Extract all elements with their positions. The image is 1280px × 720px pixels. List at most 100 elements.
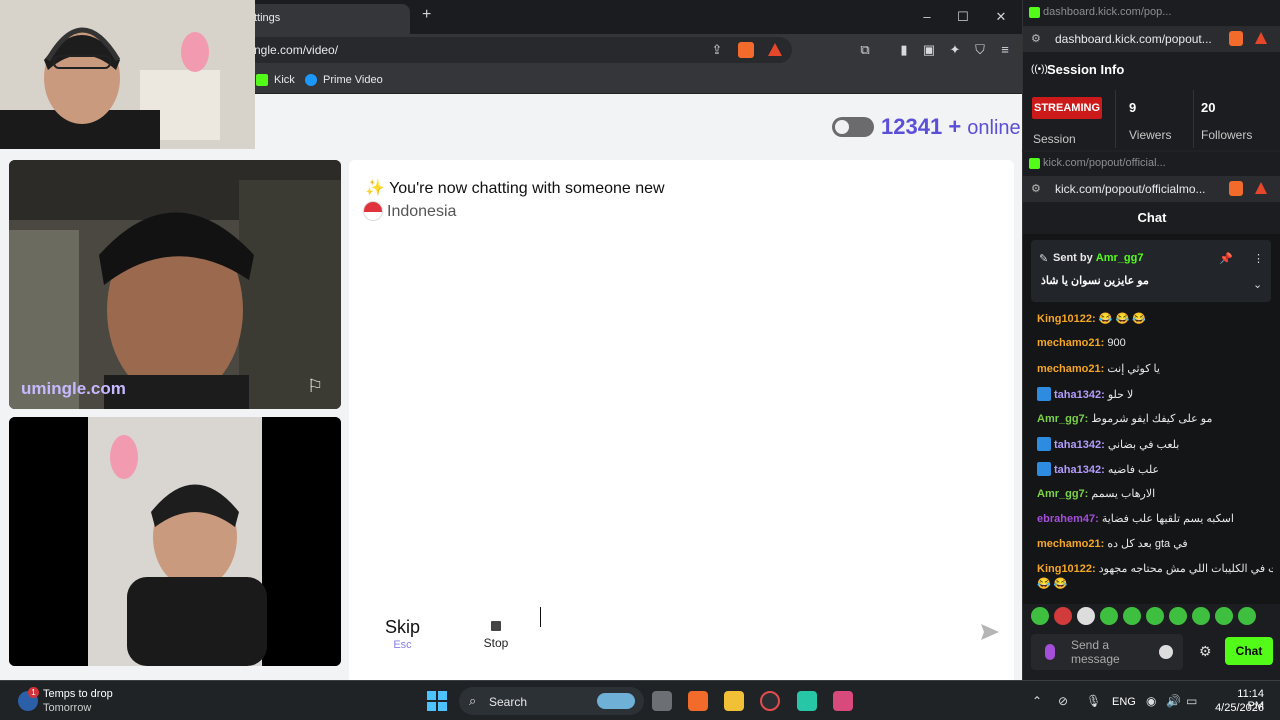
chevron-up-icon[interactable]: ⌃ bbox=[1032, 694, 1042, 708]
streaming-app-icon[interactable] bbox=[833, 691, 853, 711]
chat-username[interactable]: King10122: bbox=[1037, 563, 1096, 575]
mode-toggle[interactable] bbox=[832, 117, 874, 137]
wifi-icon[interactable]: ◉ bbox=[1146, 694, 1156, 708]
maximize-button[interactable]: ☐ bbox=[948, 6, 978, 28]
chat-username[interactable]: Amr_gg7: bbox=[1037, 488, 1088, 500]
emote-icon[interactable] bbox=[1123, 607, 1141, 625]
chat-send-button[interactable]: Chat bbox=[1225, 637, 1273, 665]
language-indicator[interactable]: ENG bbox=[1112, 696, 1136, 708]
chat-username[interactable]: ebrahem47: bbox=[1037, 513, 1099, 525]
emote-icon[interactable] bbox=[1192, 607, 1210, 625]
brave-rewards-icon[interactable] bbox=[768, 43, 782, 56]
chat-input[interactable]: Send a message bbox=[1031, 634, 1183, 670]
popout-address-bar[interactable]: ⚙ kick.com/popout/officialmo... bbox=[1023, 176, 1280, 202]
popout-title: kick.com/popout/official... bbox=[1043, 157, 1166, 169]
volume-icon[interactable]: 🔊 bbox=[1166, 694, 1181, 708]
message-input[interactable] bbox=[535, 597, 1014, 667]
sidebar-icon[interactable]: ▮ bbox=[895, 41, 913, 59]
menu-icon[interactable]: ≡ bbox=[996, 41, 1014, 59]
chat-settings-button[interactable]: ⚙ bbox=[1199, 643, 1212, 660]
obs-icon[interactable] bbox=[760, 691, 780, 711]
chat-text: يا كوثي إنت bbox=[1107, 363, 1160, 375]
more-options-icon[interactable]: ⋮ bbox=[1253, 252, 1264, 265]
chat-username[interactable]: taha1342: bbox=[1054, 389, 1105, 401]
taskbar-search[interactable]: ⌕ Search bbox=[459, 687, 644, 715]
skip-button[interactable]: Skip Esc bbox=[349, 597, 456, 667]
brave-shield-icon[interactable] bbox=[1229, 31, 1243, 46]
chevron-down-icon[interactable]: ⌄ bbox=[1253, 278, 1262, 291]
windows-start-icon[interactable] bbox=[427, 691, 447, 711]
chat-username[interactable]: taha1342: bbox=[1054, 464, 1105, 476]
chat-messages[interactable]: ✎ Sent by Amr_gg7 📌 ⋮ مو عايزين نسوان يا… bbox=[1023, 234, 1280, 604]
bookmark-kick[interactable]: Kick bbox=[256, 71, 295, 89]
weather-headline[interactable]: Temps to drop bbox=[43, 688, 113, 700]
mic-icon[interactable] bbox=[1045, 644, 1055, 660]
emote-icon[interactable] bbox=[1077, 607, 1095, 625]
chat-header-text: You're now chatting with someone new bbox=[389, 180, 665, 197]
share-icon[interactable]: ⇪ bbox=[708, 41, 726, 59]
popout-address-bar[interactable]: ⚙ dashboard.kick.com/popout... bbox=[1023, 26, 1280, 52]
online-label: online bbox=[967, 117, 1021, 139]
kick-icon bbox=[1029, 7, 1040, 18]
emote-icon[interactable] bbox=[1031, 607, 1049, 625]
popout-url: dashboard.kick.com/popout... bbox=[1055, 32, 1212, 46]
emoji-icon[interactable] bbox=[1159, 645, 1173, 659]
brave-shield-icon[interactable] bbox=[1229, 181, 1243, 196]
emote-icon[interactable] bbox=[1215, 607, 1233, 625]
self-video-frame bbox=[9, 417, 341, 666]
chat-username[interactable]: taha1342: bbox=[1054, 439, 1105, 451]
site-settings-icon[interactable]: ⚙ bbox=[1031, 182, 1041, 195]
emote-icon[interactable] bbox=[1100, 607, 1118, 625]
windows-taskbar: 1 Temps to drop Tomorrow ⌕ Search ⌃ ⊘ 🎙 … bbox=[0, 680, 1280, 720]
bookmark-label: Kick bbox=[274, 74, 295, 86]
file-explorer-icon[interactable] bbox=[724, 691, 744, 711]
screenshot-icon[interactable]: ⧉ bbox=[856, 41, 874, 59]
emote-icon[interactable] bbox=[1054, 607, 1072, 625]
brave-shield-icon[interactable] bbox=[738, 42, 754, 58]
new-tab-button[interactable]: + bbox=[422, 6, 440, 26]
network-off-icon[interactable]: ⊘ bbox=[1058, 694, 1068, 708]
chat-username[interactable]: mechamo21: bbox=[1037, 538, 1104, 550]
stop-button[interactable]: Stop bbox=[465, 597, 527, 667]
tab-active[interactable]: ttings bbox=[240, 4, 410, 34]
leo-ai-icon[interactable]: ✦ bbox=[946, 41, 964, 59]
chat-message: ebrahem47: اسكبه يسم تلقيها علب فضاية bbox=[1037, 512, 1273, 525]
vpn-icon[interactable]: ⛉ bbox=[971, 41, 989, 59]
chat-text: بعد كل ده gta في bbox=[1107, 538, 1188, 550]
online-count: 12341 + online bbox=[881, 114, 1021, 140]
close-button[interactable]: ✕ bbox=[986, 6, 1016, 28]
pinned-message[interactable]: ✎ Sent by Amr_gg7 📌 ⋮ مو عايزين نسوان يا… bbox=[1031, 240, 1271, 302]
address-bar[interactable]: ngle.com/video/ ⇪ bbox=[240, 37, 792, 63]
emote-icon[interactable] bbox=[1238, 607, 1256, 625]
brave-browser-icon[interactable] bbox=[688, 691, 708, 711]
minimize-button[interactable]: – bbox=[912, 6, 942, 28]
chat-text: 😂 😂 😂 bbox=[1098, 313, 1146, 325]
weather-subline[interactable]: Tomorrow bbox=[43, 702, 91, 714]
battery-icon[interactable]: ▭ bbox=[1186, 694, 1197, 708]
bookmark-prime-video[interactable]: Prime Video bbox=[305, 71, 383, 89]
brave-rewards-icon[interactable] bbox=[1255, 32, 1267, 44]
wallet-icon[interactable]: ▣ bbox=[920, 41, 938, 59]
chat-message: taha1342: لا حلو bbox=[1037, 387, 1273, 401]
task-view-icon[interactable] bbox=[652, 691, 672, 711]
clock-date[interactable]: 4/25/2026 bbox=[1208, 702, 1264, 714]
emote-icon[interactable] bbox=[1146, 607, 1164, 625]
site-settings-icon[interactable]: ⚙ bbox=[1031, 32, 1041, 45]
send-icon[interactable] bbox=[980, 623, 1000, 641]
chat-text: علب فاضيه bbox=[1107, 464, 1160, 476]
stop-icon bbox=[491, 621, 501, 631]
chat-username[interactable]: King10122: bbox=[1037, 313, 1096, 325]
report-flag-icon[interactable]: ⚐ bbox=[307, 376, 323, 397]
brave-rewards-icon[interactable] bbox=[1255, 182, 1267, 194]
chat-username[interactable]: Amr_gg7: bbox=[1037, 413, 1088, 425]
chat-username[interactable]: mechamo21: bbox=[1037, 363, 1104, 375]
unpin-icon[interactable]: 📌 bbox=[1219, 252, 1233, 265]
discord-icon[interactable] bbox=[797, 691, 817, 711]
emote-icon[interactable] bbox=[1169, 607, 1187, 625]
subscriber-badge-icon bbox=[1037, 387, 1051, 401]
chat-username[interactable]: mechamo21: bbox=[1037, 337, 1104, 349]
stop-label: Stop bbox=[483, 636, 509, 650]
chat-text: لا حلو bbox=[1107, 389, 1134, 401]
dashboard-popout-window: dashboard.kick.com/pop... ⚙ dashboard.ki… bbox=[1022, 0, 1280, 150]
microphone-icon[interactable]: 🎙 bbox=[1086, 694, 1101, 708]
